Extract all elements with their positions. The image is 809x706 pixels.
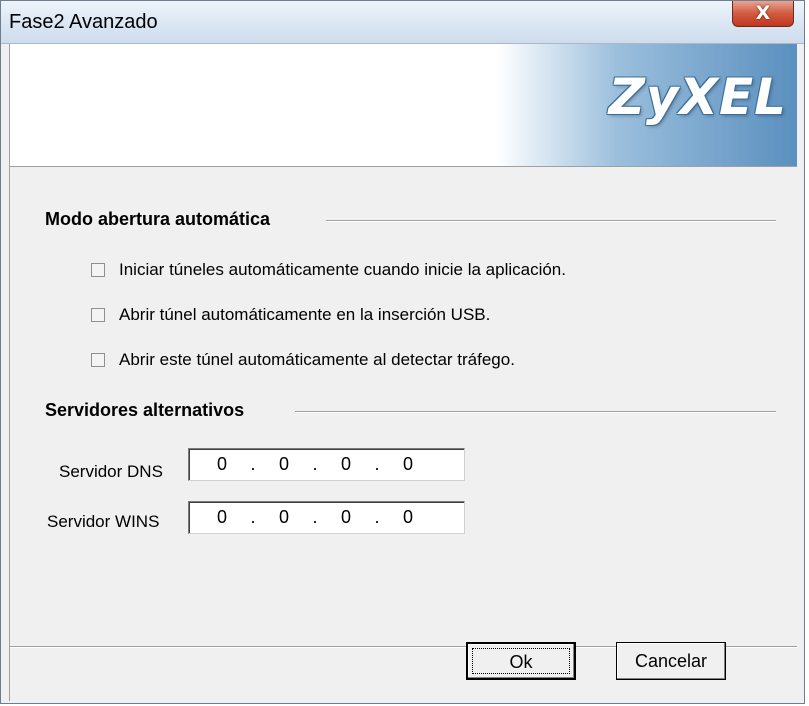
wins-label: Servidor WINS [47, 512, 160, 531]
dialog-window: Fase2 Avanzado X ZyXEL Modo abertura aut… [0, 0, 805, 704]
ip-octet[interactable]: 0 [329, 507, 363, 528]
section-divider [326, 220, 776, 222]
checkbox[interactable] [91, 308, 105, 322]
ip-separator: . [312, 507, 318, 527]
cancel-button[interactable]: Cancelar [616, 642, 726, 680]
checkbox[interactable] [91, 353, 105, 367]
alt-servers-section-title: Servidores alternativos [45, 400, 245, 420]
dialog-body: ZyXEL Modo abertura automática Iniciar t… [9, 44, 797, 701]
ip-octet[interactable]: 0 [391, 454, 425, 475]
title-bar[interactable]: Fase2 Avanzado X [1, 1, 804, 44]
close-icon: X [755, 2, 771, 24]
ip-separator: . [250, 454, 256, 474]
ok-button[interactable]: Ok [466, 642, 576, 680]
wins-ip-input[interactable]: 0 . 0 . 0 . 0 [188, 501, 465, 534]
header-banner: ZyXEL [10, 44, 797, 167]
auto-open-section-title: Modo abertura automática [45, 209, 271, 229]
option-label: Iniciar túneles automáticamente cuando i… [119, 260, 566, 279]
zyxel-logo: ZyXEL [608, 68, 787, 126]
ip-separator: . [374, 507, 380, 527]
ip-octet[interactable]: 0 [329, 454, 363, 475]
dns-ip-input[interactable]: 0 . 0 . 0 . 0 [188, 448, 465, 481]
option-usb-insert[interactable]: Abrir túnel automáticamente en la inserc… [91, 303, 490, 327]
ip-octet[interactable]: 0 [391, 507, 425, 528]
option-label: Abrir túnel automáticamente en la inserc… [119, 305, 491, 324]
ip-separator: . [312, 454, 318, 474]
dns-label: Servidor DNS [59, 462, 163, 481]
close-button[interactable]: X [732, 1, 794, 27]
ok-button-label: Ok [472, 648, 570, 674]
ip-octet[interactable]: 0 [267, 454, 301, 475]
ip-octet[interactable]: 0 [267, 507, 301, 528]
ip-separator: . [250, 507, 256, 527]
window-title: Fase2 Avanzado [9, 11, 158, 33]
option-label: Abrir este túnel automáticamente al dete… [119, 350, 515, 369]
option-auto-start[interactable]: Iniciar túneles automáticamente cuando i… [91, 258, 566, 282]
option-traffic-detect[interactable]: Abrir este túnel automáticamente al dete… [91, 348, 515, 372]
ip-separator: . [374, 454, 380, 474]
section-divider [295, 411, 776, 413]
ip-octet[interactable]: 0 [205, 454, 239, 475]
checkbox[interactable] [91, 263, 105, 277]
ip-octet[interactable]: 0 [205, 507, 239, 528]
